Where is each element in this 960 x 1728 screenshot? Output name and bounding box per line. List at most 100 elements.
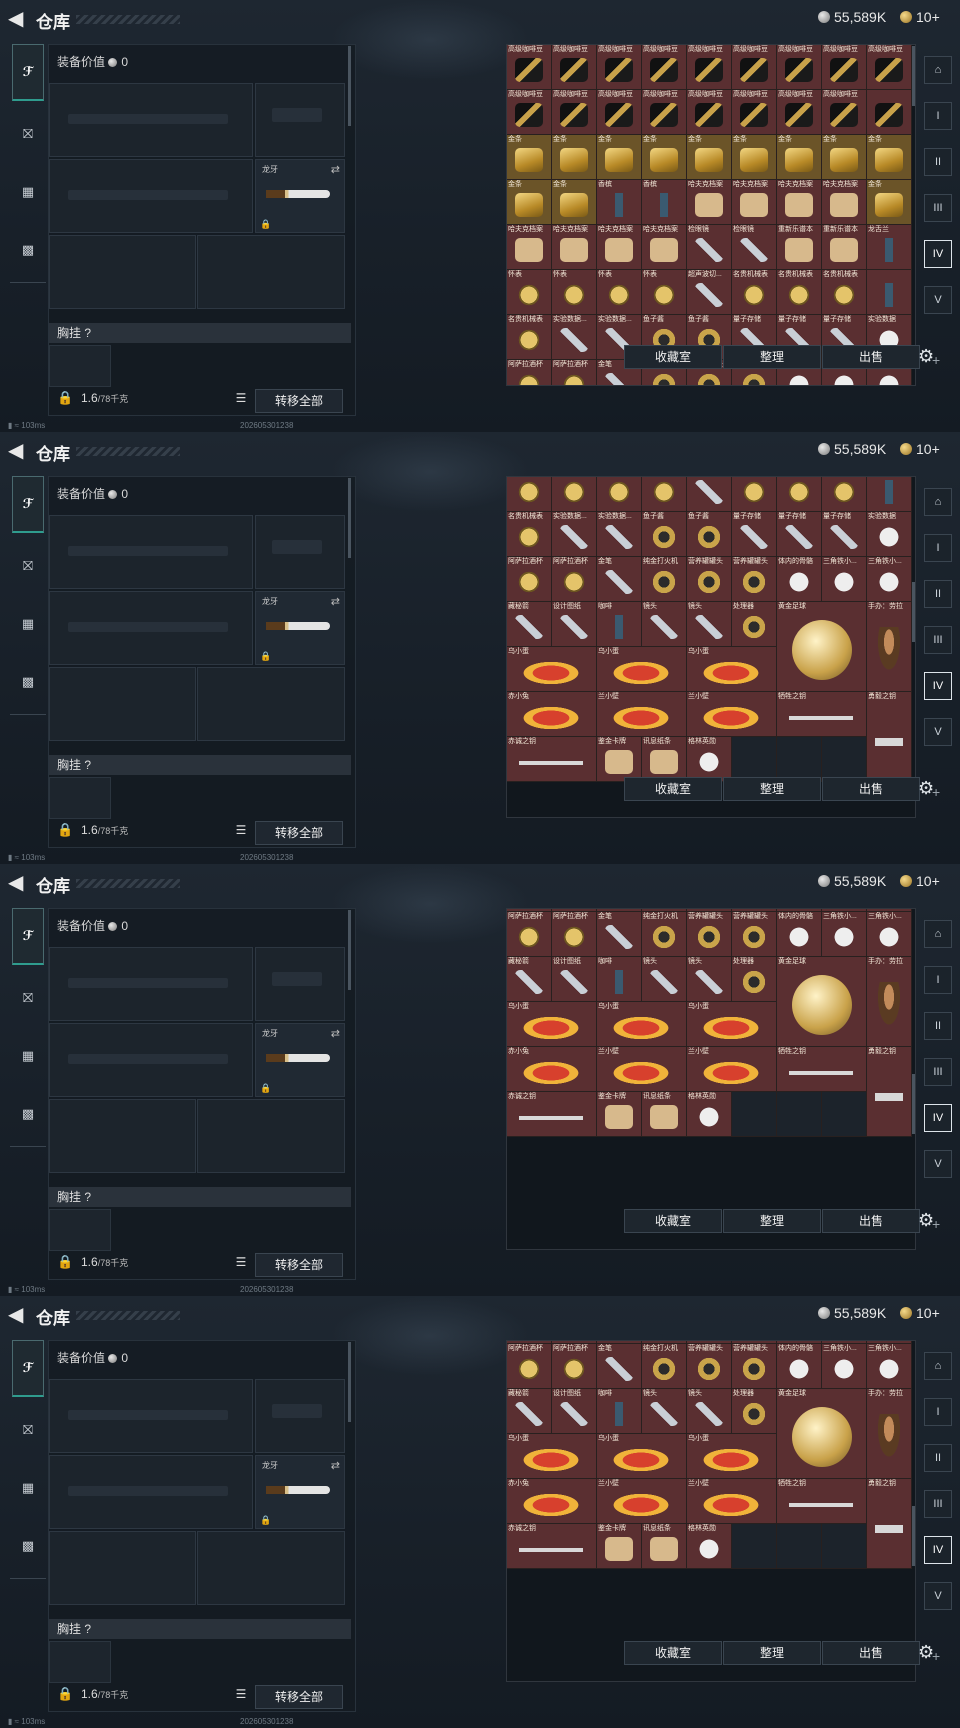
list-icon[interactable]: ☰ xyxy=(231,391,251,409)
stash-item[interactable]: 检眼镜 xyxy=(687,225,732,270)
storage-tab-main-icon[interactable]: ⌂ xyxy=(924,488,952,516)
stash-scrollbar[interactable] xyxy=(912,1506,915,1566)
stash-item[interactable]: 咖啡 xyxy=(597,602,642,647)
stash-item[interactable]: 高级咖啡豆 xyxy=(642,45,687,90)
stash-item[interactable]: 鉴金卡牌 xyxy=(597,737,642,782)
swap-icon[interactable]: ⇄ xyxy=(331,163,340,176)
stash-item[interactable]: 量子存储 xyxy=(777,512,822,557)
stash-item[interactable]: 赤小兔 xyxy=(507,692,597,737)
stash-item[interactable]: 量子存储 xyxy=(822,512,867,557)
chest-rig-help[interactable]: ? xyxy=(84,326,91,340)
gold-currency[interactable]: 10+ xyxy=(900,873,940,889)
storage-tab-1-icon[interactable]: I xyxy=(924,1398,952,1426)
stash-item[interactable]: 鱼子酱 xyxy=(687,512,732,557)
back-arrow-icon[interactable]: ◀ xyxy=(8,8,30,30)
stash-item[interactable]: 阿萨拉酒杯 xyxy=(507,557,552,602)
equipment-scrollbar[interactable] xyxy=(348,46,351,126)
storage-tab-5-icon[interactable]: V xyxy=(924,1582,952,1610)
stash-item[interactable]: 量子存储 xyxy=(732,512,777,557)
stash-item[interactable]: 阿萨拉酒杯 xyxy=(552,912,597,957)
stash-item[interactable]: 兰小壁 xyxy=(597,692,687,737)
storage-tab-2-icon[interactable]: II xyxy=(924,1444,952,1472)
stash-item[interactable]: 金条 xyxy=(507,135,552,180)
stash-item[interactable]: 讯息纸条 xyxy=(642,737,687,782)
sell-button[interactable]: 出售 xyxy=(822,1641,920,1665)
organize-button[interactable]: 整理 xyxy=(723,1641,821,1665)
stash-item[interactable]: 黄金足球 xyxy=(777,957,867,1047)
stash-item[interactable]: 营养罐罐头 xyxy=(687,557,732,602)
stash-item[interactable]: 实验数据... xyxy=(552,512,597,557)
helmet-slot[interactable] xyxy=(49,1531,196,1605)
stash-item[interactable]: 金条 xyxy=(597,135,642,180)
stash-item[interactable]: 龙舌兰 xyxy=(867,225,912,270)
primary-weapon-slot[interactable] xyxy=(49,83,253,157)
storage-tab-4-icon[interactable]: IV xyxy=(924,1104,952,1132)
stash-item[interactable]: 纯金打火机 xyxy=(642,1344,687,1389)
stash-item[interactable]: 金笔 xyxy=(597,557,642,602)
storage-tab-main-icon[interactable]: ⌂ xyxy=(924,56,952,84)
stash-item[interactable]: 怀表 xyxy=(507,477,552,512)
stash-item[interactable]: 讯息纸条 xyxy=(642,1524,687,1569)
gun-icon[interactable]: ℱ xyxy=(12,908,44,965)
backpack-icon[interactable]: ▩ xyxy=(14,236,42,264)
stash-item[interactable]: 镜头 xyxy=(642,602,687,647)
secondary-weapon-slot[interactable] xyxy=(49,1023,253,1097)
stash-item[interactable]: 哈夫克档案 xyxy=(597,225,642,270)
stash-item[interactable]: 乌小蛋 xyxy=(687,647,777,692)
helmet-icon[interactable]: ⛝ xyxy=(14,1416,42,1444)
stash-item[interactable]: 检眼镜 xyxy=(732,225,777,270)
stash-item[interactable]: 哈夫克档案 xyxy=(552,225,597,270)
storage-tab-5-icon[interactable]: V xyxy=(924,1150,952,1178)
stash-item[interactable]: 高级咖啡豆 xyxy=(552,90,597,135)
stash-item[interactable]: 高级咖啡豆 xyxy=(507,45,552,90)
stash-item[interactable]: 处理器 xyxy=(732,602,777,647)
stash-item[interactable]: 金条 xyxy=(732,135,777,180)
stash-item[interactable]: 讯息纸条 xyxy=(642,1092,687,1137)
backpack-icon[interactable]: ▩ xyxy=(14,668,42,696)
storage-tab-5-icon[interactable]: V xyxy=(924,286,952,314)
stash-item[interactable]: 高级咖啡豆 xyxy=(687,90,732,135)
stash-item[interactable]: 镜头 xyxy=(687,1389,732,1434)
stash-item[interactable]: 营养罐罐头 xyxy=(732,557,777,602)
stash-item[interactable]: 鉴金卡牌 xyxy=(597,1524,642,1569)
equipment-scrollbar[interactable] xyxy=(348,1342,351,1422)
stash-item[interactable]: 体内的骨骼 xyxy=(777,557,822,602)
stash-item[interactable]: 金条 xyxy=(552,135,597,180)
stash-item[interactable]: 乌小蛋 xyxy=(687,1434,777,1479)
backpack-icon[interactable]: ▩ xyxy=(14,1100,42,1128)
storage-tab-4-icon[interactable]: IV xyxy=(924,1536,952,1564)
chest-rig-slot[interactable] xyxy=(49,777,111,819)
storage-tab-2-icon[interactable]: II xyxy=(924,580,952,608)
chest-rig-help[interactable]: ? xyxy=(84,758,91,772)
stash-item[interactable]: 金条 xyxy=(867,135,912,180)
stash-item[interactable]: 勇毅之钥 xyxy=(867,692,912,782)
helmet-slot[interactable] xyxy=(49,1099,196,1173)
stash-item[interactable]: 怀表 xyxy=(507,270,552,315)
transfer-all-button[interactable]: 转移全部 xyxy=(255,1253,343,1277)
stash-item[interactable]: 三角铁小... xyxy=(822,912,867,957)
stash-item[interactable]: 乌小蛋 xyxy=(597,1002,687,1047)
stash-item[interactable]: 哈夫克档案 xyxy=(687,180,732,225)
stash-item[interactable]: 处理器 xyxy=(732,1389,777,1434)
stash-item[interactable]: 香槟 xyxy=(642,180,687,225)
stash-item[interactable]: 纯金打火机 xyxy=(642,912,687,957)
stash-item[interactable]: 实验数据... xyxy=(597,512,642,557)
lock-icon[interactable]: 🔒 xyxy=(57,390,73,406)
stash-item[interactable]: 乌小蛋 xyxy=(597,647,687,692)
stash-item[interactable]: 咖啡 xyxy=(597,957,642,1002)
stash-item[interactable]: 勇毅之钥 xyxy=(867,1047,912,1137)
stash-item[interactable]: 格林英勋 xyxy=(687,737,732,782)
stash-item[interactable]: 赤小兔 xyxy=(507,1047,597,1092)
backpack-icon[interactable]: ▩ xyxy=(14,1532,42,1560)
stash-item[interactable]: 高级咖啡豆 xyxy=(732,90,777,135)
stash-item[interactable]: 牺牲之钥 xyxy=(777,1047,867,1092)
stash-item[interactable]: 重新乐谱本 xyxy=(777,225,822,270)
stash-item[interactable] xyxy=(867,477,912,512)
chest-rig-slot[interactable] xyxy=(49,345,111,387)
vest-icon[interactable]: ▦ xyxy=(14,1474,42,1502)
stash-scrollbar[interactable] xyxy=(912,46,915,106)
stash-item[interactable] xyxy=(867,270,912,315)
storage-tab-main-icon[interactable]: ⌂ xyxy=(924,1352,952,1380)
storage-tab-2-icon[interactable]: II xyxy=(924,148,952,176)
stash-item[interactable]: 鱼子酱 xyxy=(642,512,687,557)
